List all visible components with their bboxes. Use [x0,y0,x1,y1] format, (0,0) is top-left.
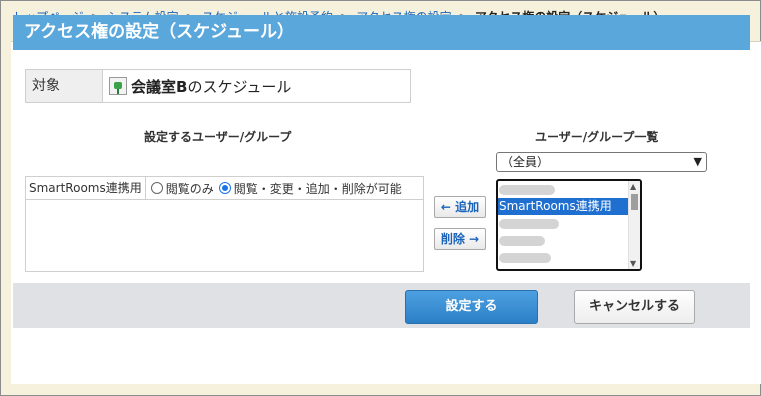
cancel-button[interactable]: キャンセルする [574,290,695,324]
target-label: 対象 [26,70,103,102]
group-filter-select[interactable]: （全員） ▼ [496,152,707,172]
target-row: 対象 会議室B のスケジュール [25,69,411,103]
list-item-smartrooms[interactable]: SmartRooms連携用 [498,198,640,215]
chevron-down-icon: ▼ [693,155,702,168]
facility-suffix: のスケジュール [187,77,292,96]
scroll-thumb[interactable] [631,194,638,210]
scroll-up-icon[interactable]: ▲ [630,182,636,191]
page-title: アクセス権の設定（スケジュール） [13,15,750,50]
remove-button[interactable]: 削除 → [434,228,486,250]
list-item[interactable] [498,181,640,198]
radio-full-access-label[interactable]: 閲覧・変更・追加・削除が可能 [234,180,402,197]
facility-icon [109,77,127,95]
facility-name: 会議室B [131,77,188,96]
group-filter-value: （全員） [501,155,550,169]
list-item[interactable] [498,232,640,249]
user-name: SmartRooms連携用 [26,177,146,199]
radio-view-only-label[interactable]: 閲覧のみ [166,180,214,197]
add-button[interactable]: ← 追加 [434,196,486,218]
target-value: 会議室B のスケジュール [103,70,410,102]
radio-view-only[interactable] [150,182,163,194]
submit-button[interactable]: 設定する [405,290,538,324]
list-item[interactable] [498,215,640,232]
table-row: SmartRooms連携用 閲覧のみ 閲覧・変更・追加・削除が可能 [26,177,423,200]
selected-users-heading: 設定するユーザー/グループ [144,130,292,144]
user-listbox[interactable]: SmartRooms連携用 ▲ ▼ [496,179,642,271]
list-item[interactable] [498,249,640,266]
listbox-scrollbar[interactable]: ▲ ▼ [628,181,640,269]
scroll-down-icon[interactable]: ▼ [630,259,636,268]
user-list-heading: ユーザー/グループ一覧 [535,130,659,144]
selected-users-table: SmartRooms連携用 閲覧のみ 閲覧・変更・追加・削除が可能 [25,176,424,272]
radio-full-access[interactable] [218,182,231,194]
